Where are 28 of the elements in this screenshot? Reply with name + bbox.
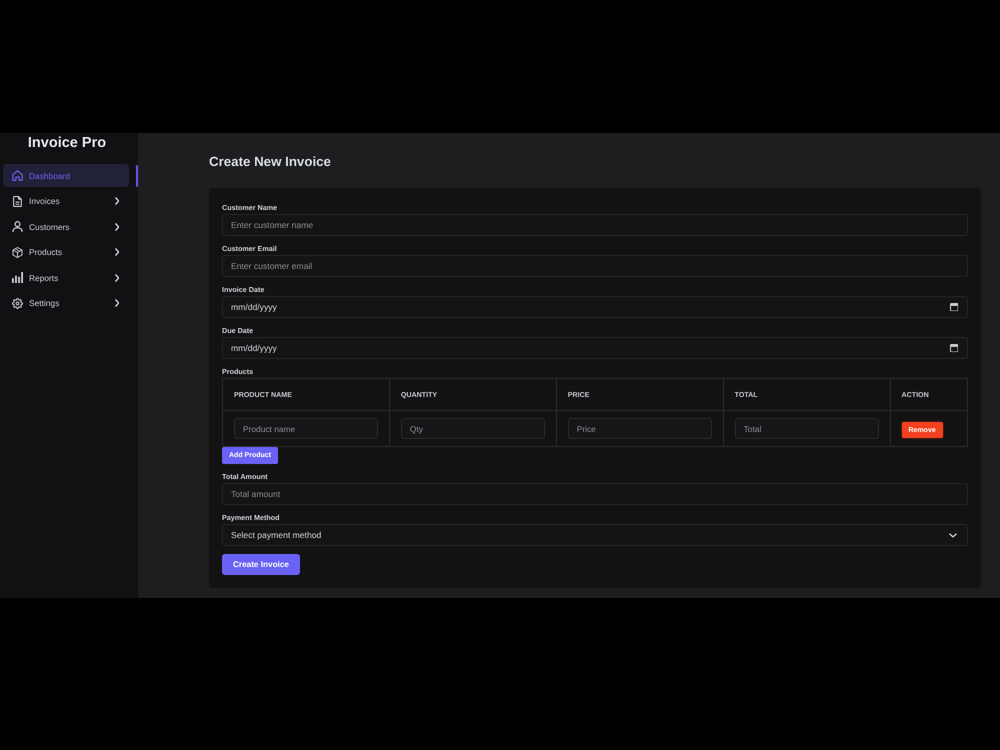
date-input[interactable]: mm/dd/yyyy: [222, 296, 968, 318]
sidebar-item[interactable]: Products: [3, 240, 129, 264]
sidebar-item[interactable]: Customers: [3, 215, 129, 238]
settings-icon: [12, 298, 23, 309]
person-icon: [12, 221, 23, 232]
chevron-down-icon: [949, 532, 957, 538]
table-input-field[interactable]: Price: [568, 418, 712, 439]
calendar-icon: [950, 344, 958, 352]
sidebar-item[interactable]: Reports: [3, 266, 129, 290]
bar-chart-icon: [12, 272, 23, 284]
sidebar-item[interactable]: Invoices: [3, 190, 129, 213]
home-icon: [12, 170, 23, 181]
text-input[interactable]: Enter customer name: [222, 214, 968, 236]
document-icon: [12, 196, 23, 207]
date-input[interactable]: mm/dd/yyyy: [222, 337, 968, 359]
create-invoice-button[interactable]: Create Invoice: [222, 554, 300, 574]
sidebar-item[interactable]: Dashboard: [3, 164, 129, 187]
select-field[interactable]: Select payment method: [222, 524, 968, 546]
table-input-field[interactable]: Qty: [400, 418, 545, 439]
table-input-field[interactable]: Total: [734, 418, 878, 439]
page-title: Create New Invoice: [209, 153, 332, 171]
table-input-field[interactable]: Product name: [234, 418, 378, 439]
sidebar-item[interactable]: Settings: [3, 292, 129, 315]
app-title: Invoice Pro: [26, 134, 108, 153]
cube-icon: [12, 246, 23, 258]
text-input[interactable]: Enter customer email: [222, 255, 968, 277]
calendar-icon: [950, 302, 958, 312]
text-input[interactable]: Total amount: [222, 483, 968, 505]
